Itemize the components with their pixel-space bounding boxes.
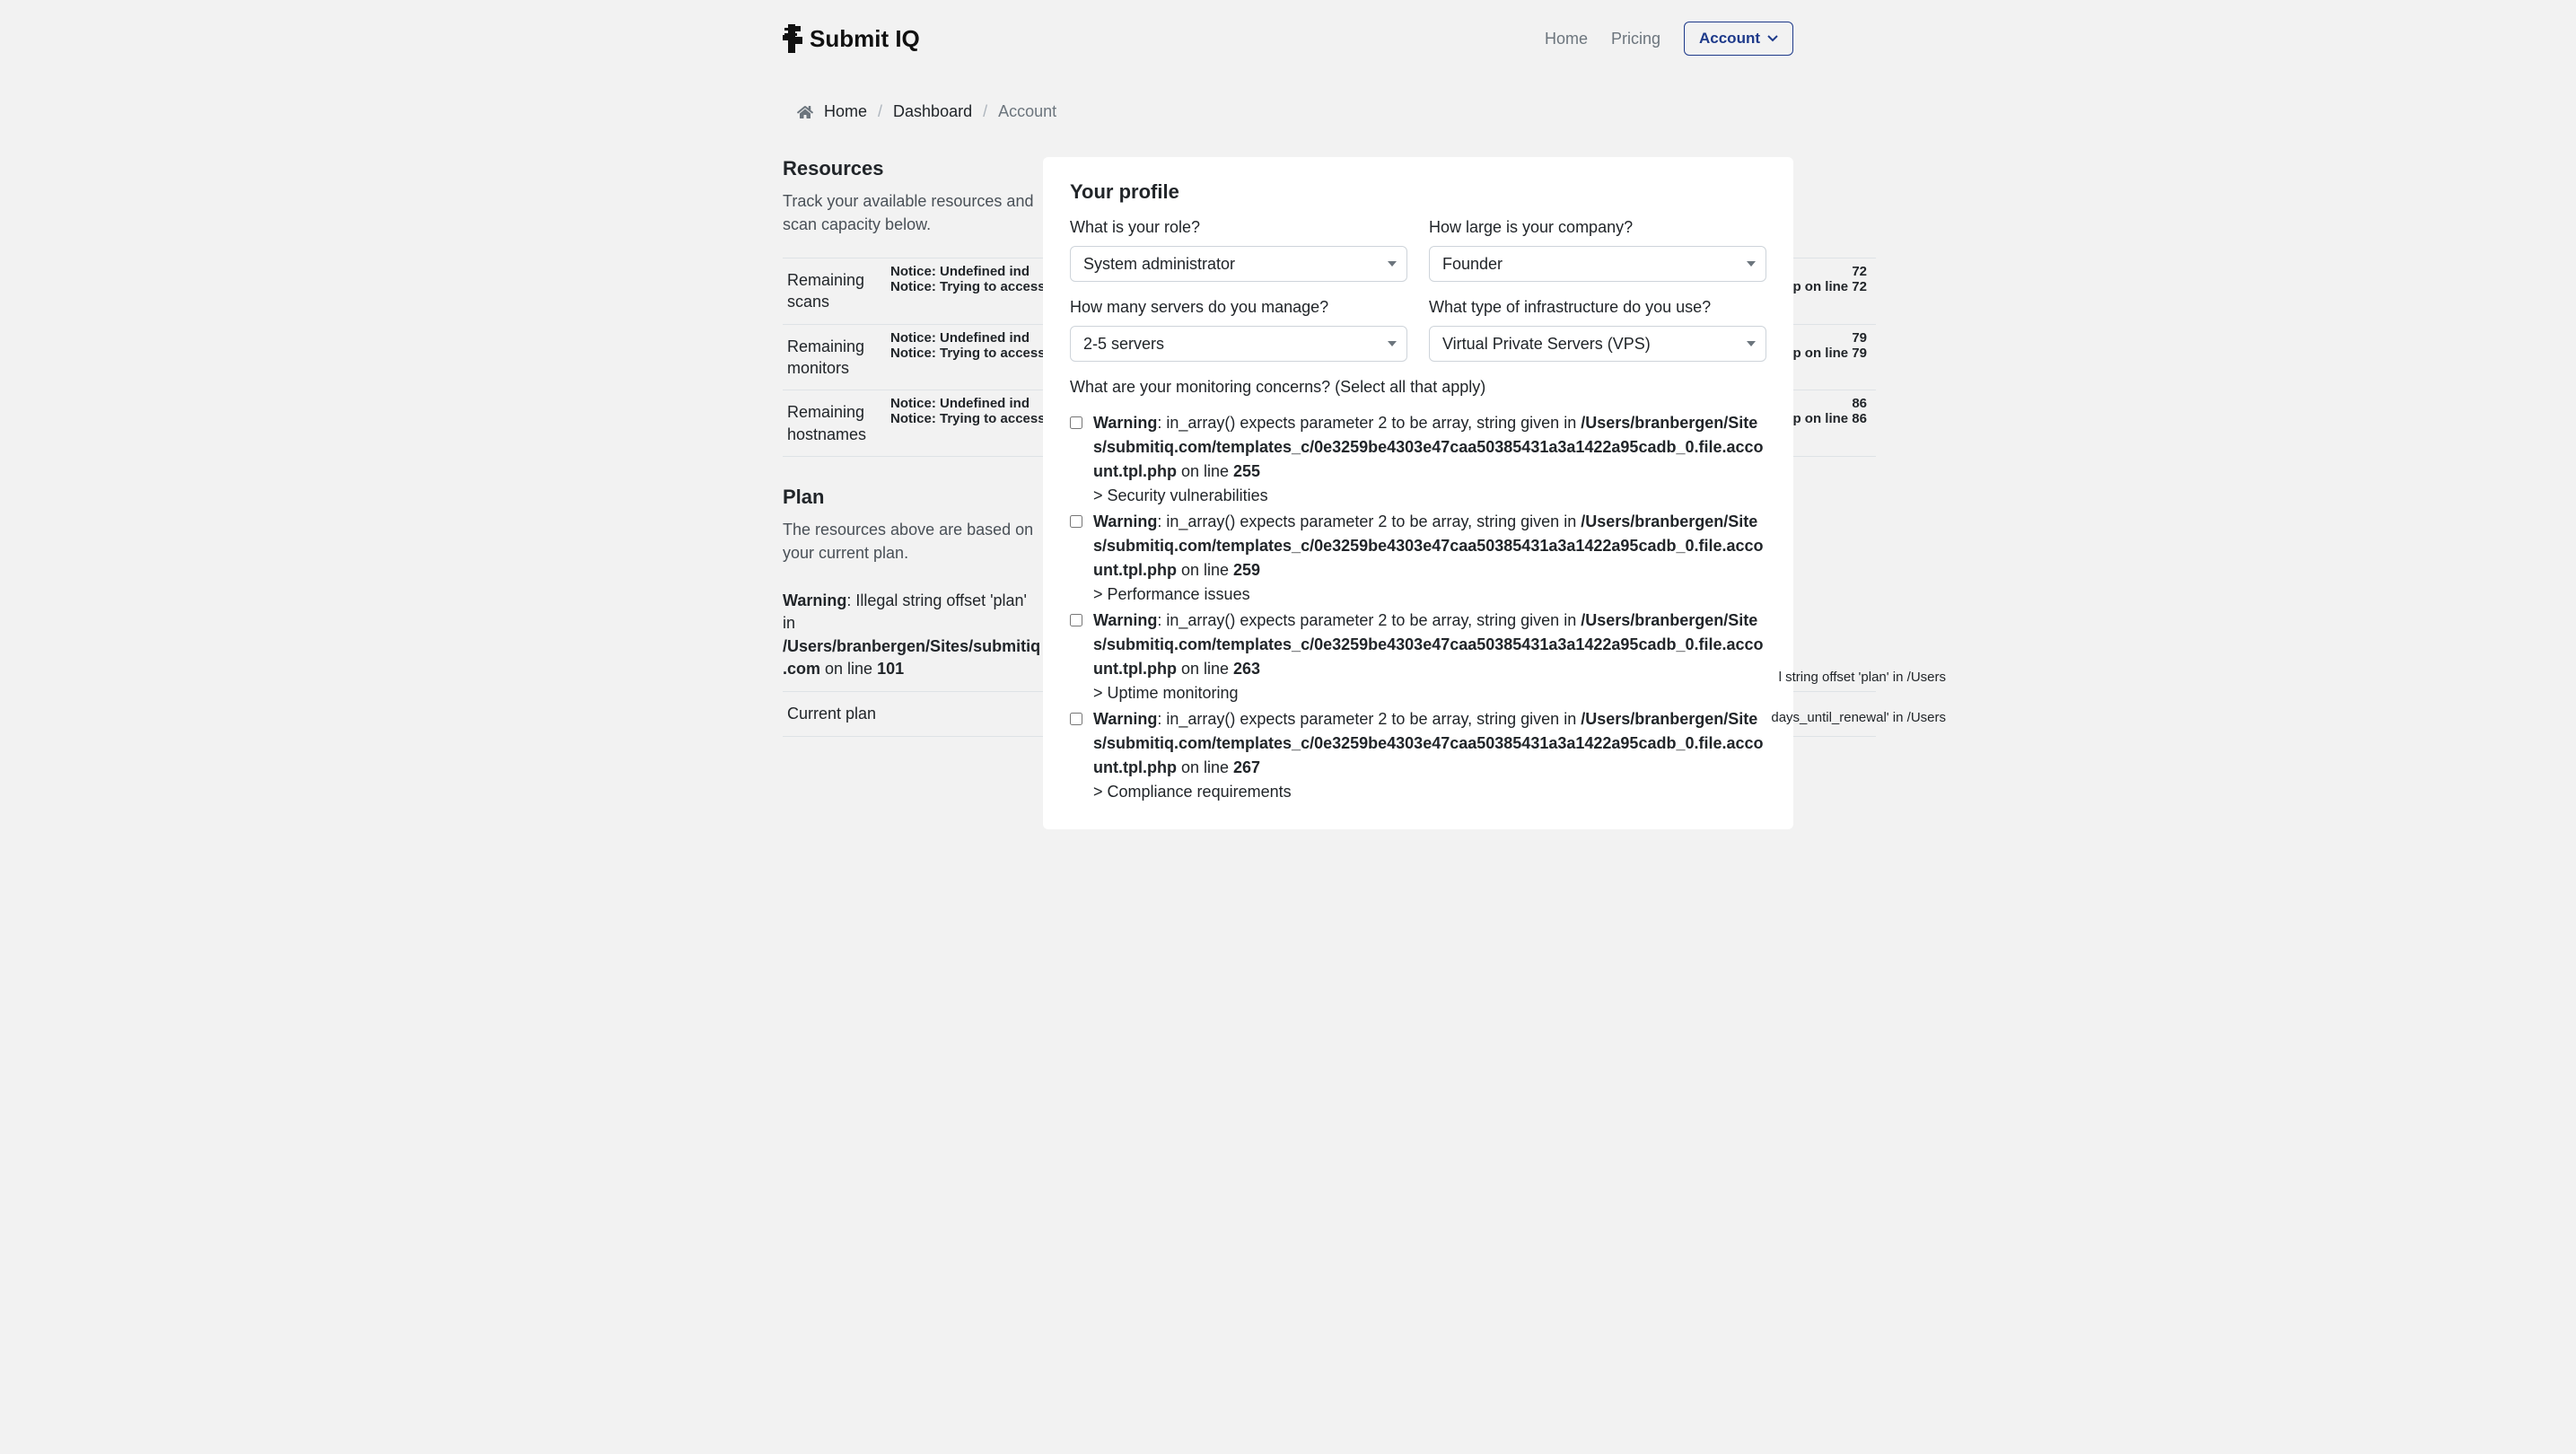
res-label-monitors: Remaining monitors <box>783 324 886 390</box>
profile-card: Your profile What is your role? System a… <box>1043 157 1793 829</box>
concern-item: Warning: in_array() expects parameter 2 … <box>1070 707 1766 804</box>
concern-label-performance: > Performance issues <box>1093 582 1766 607</box>
logo-icon <box>783 24 802 53</box>
breadcrumb-dashboard[interactable]: Dashboard <box>893 102 972 121</box>
top-nav: Home Pricing Account <box>1545 22 1793 56</box>
company-select[interactable]: Founder <box>1429 246 1766 282</box>
role-label: What is your role? <box>1070 218 1407 237</box>
breadcrumb-home[interactable]: Home <box>824 102 867 121</box>
plan-title: Plan <box>783 486 1043 509</box>
logo[interactable]: Submit IQ <box>783 24 920 53</box>
account-button-label: Account <box>1699 30 1760 48</box>
breadcrumb-sep: / <box>878 102 882 121</box>
concern-item: Warning: in_array() expects parameter 2 … <box>1070 510 1766 607</box>
overflow-text: l string offset 'plan' in /Users <box>1779 670 1946 685</box>
infra-label: What type of infrastructure do you use? <box>1429 298 1766 317</box>
breadcrumb: Home / Dashboard / Account <box>783 77 1793 157</box>
servers-select[interactable]: 2-5 servers <box>1070 326 1407 362</box>
overflow-text: days_until_renewal' in /Users <box>1771 710 1946 725</box>
nav-home[interactable]: Home <box>1545 30 1588 48</box>
concern-item: Warning: in_array() expects parameter 2 … <box>1070 609 1766 705</box>
nav-pricing[interactable]: Pricing <box>1611 30 1660 48</box>
concern-checkbox-security[interactable] <box>1070 416 1082 429</box>
concern-checkbox-performance[interactable] <box>1070 515 1082 528</box>
res-label-scans: Remaining scans <box>783 258 886 325</box>
breadcrumb-current: Account <box>998 102 1056 121</box>
concern-label-compliance: > Compliance requirements <box>1093 780 1766 804</box>
concerns-list: Warning: in_array() expects parameter 2 … <box>1070 411 1766 806</box>
resources-title: Resources <box>783 157 1043 180</box>
current-plan-label: Current plan <box>787 705 1012 723</box>
resources-desc: Track your available resources and scan … <box>783 189 1043 236</box>
profile-title: Your profile <box>1070 180 1766 204</box>
servers-label: How many servers do you manage? <box>1070 298 1407 317</box>
role-select[interactable]: System administrator <box>1070 246 1407 282</box>
concerns-label: What are your monitoring concerns? (Sele… <box>1070 378 1766 397</box>
account-button[interactable]: Account <box>1684 22 1793 56</box>
header: Submit IQ Home Pricing Account <box>783 0 1793 77</box>
breadcrumb-sep: / <box>983 102 987 121</box>
concern-checkbox-compliance[interactable] <box>1070 713 1082 725</box>
plan-warning: Warning: Illegal string offset 'plan' in… <box>783 590 1043 680</box>
plan-desc: The resources above are based on your cu… <box>783 518 1043 565</box>
concern-item: Warning: in_array() expects parameter 2 … <box>1070 411 1766 508</box>
concern-label-uptime: > Uptime monitoring <box>1093 681 1766 705</box>
concern-label-security: > Security vulnerabilities <box>1093 484 1766 508</box>
logo-text: Submit IQ <box>810 25 920 53</box>
concern-checkbox-uptime[interactable] <box>1070 614 1082 626</box>
infra-select[interactable]: Virtual Private Servers (VPS) <box>1429 326 1766 362</box>
home-icon[interactable] <box>797 105 813 119</box>
res-label-hostnames: Remaining hostnames <box>783 390 886 457</box>
company-label: How large is your company? <box>1429 218 1766 237</box>
chevron-down-icon <box>1767 33 1778 44</box>
